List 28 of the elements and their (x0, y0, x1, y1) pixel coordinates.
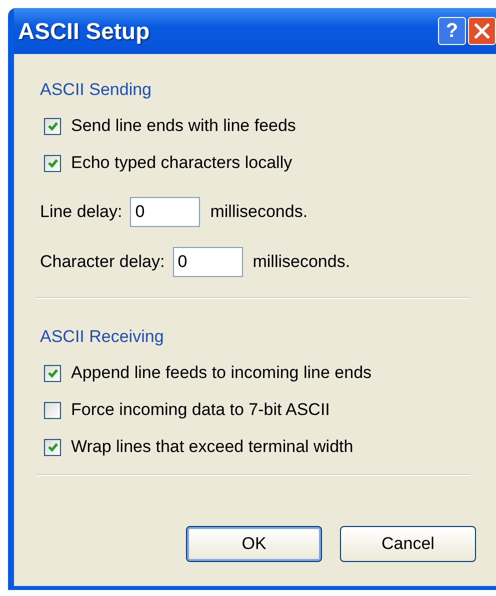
checkbox-label[interactable]: Force incoming data to 7-bit ASCII (71, 400, 330, 420)
field-label: Line delay: (40, 202, 122, 222)
checkbox-label[interactable]: Append line feeds to incoming line ends (71, 363, 372, 383)
check-icon (46, 120, 58, 132)
window-title: ASCII Setup (18, 18, 150, 44)
check-icon (46, 441, 58, 453)
checkbox[interactable] (44, 154, 61, 172)
close-icon (473, 22, 491, 40)
unit-label: milliseconds. (210, 202, 308, 222)
section-heading: ASCII Sending (40, 80, 153, 100)
check-icon (46, 157, 58, 169)
help-button[interactable]: ? (438, 17, 466, 45)
field-label: Character delay: (40, 252, 165, 272)
checkbox-label[interactable]: Send line ends with line feeds (71, 116, 296, 136)
input-field[interactable]: 0 (172, 247, 243, 277)
cancel-button[interactable]: Cancel (340, 526, 476, 562)
unit-label: milliseconds. (252, 252, 350, 272)
close-button[interactable] (468, 17, 496, 45)
ok-button[interactable]: OK (186, 526, 322, 562)
checkbox[interactable] (44, 402, 61, 418)
checkbox[interactable] (44, 118, 61, 134)
checkbox-label[interactable]: Echo typed characters locally (71, 153, 292, 173)
checkbox[interactable] (44, 364, 61, 382)
check-icon (46, 367, 58, 379)
checkbox[interactable] (44, 438, 61, 456)
section-heading: ASCII Receiving (40, 327, 165, 347)
checkbox-label[interactable]: Wrap lines that exceed terminal width (71, 437, 354, 457)
input-field[interactable]: 0 (130, 197, 200, 227)
